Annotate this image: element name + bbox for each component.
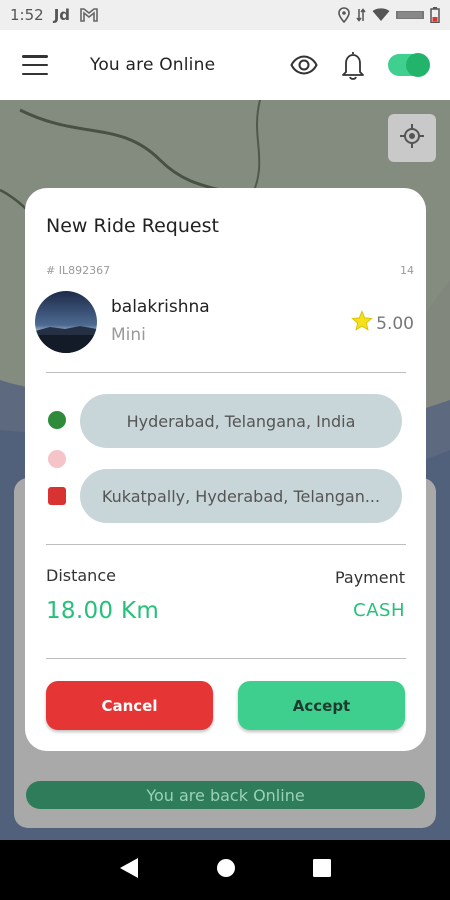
ride-request-dialog: New Ride Request # IL892367 14 balakrish… xyxy=(25,188,426,751)
rider-rating: 5.00 xyxy=(351,310,414,337)
avatar xyxy=(35,291,97,353)
vehicle-type: Mini xyxy=(111,325,146,345)
back-online-banner: You are back Online xyxy=(26,781,425,809)
my-location-icon xyxy=(399,123,425,153)
app-bar: You are Online xyxy=(0,30,450,100)
divider xyxy=(46,372,406,373)
distance-label: Distance xyxy=(46,566,116,585)
request-timer: 14 xyxy=(400,264,414,277)
distance-value: 18.00 Km xyxy=(46,598,160,624)
star-icon xyxy=(351,310,373,337)
pickup-address: Hyderabad, Telangana, India xyxy=(80,394,402,448)
gmail-icon xyxy=(80,8,98,22)
carrier-label: Jd xyxy=(53,6,71,24)
my-location-button[interactable] xyxy=(388,114,436,162)
payment-label: Payment xyxy=(334,568,405,587)
data-icon xyxy=(356,7,366,23)
accept-button[interactable]: Accept xyxy=(238,681,405,730)
battery-icon xyxy=(430,7,440,23)
dropoff-marker xyxy=(48,487,66,505)
menu-icon[interactable] xyxy=(22,55,48,75)
rating-value: 5.00 xyxy=(376,313,414,334)
location-icon xyxy=(338,7,350,23)
divider xyxy=(46,544,406,545)
rider-name: balakrishna xyxy=(111,297,210,317)
back-icon[interactable] xyxy=(118,856,140,884)
signal-icon xyxy=(396,8,424,22)
cancel-button[interactable]: Cancel xyxy=(46,681,213,730)
dropoff-address: Kukatpally, Hyderabad, Telangan... xyxy=(80,469,402,523)
system-nav-bar xyxy=(0,840,450,900)
route-marker xyxy=(48,450,66,468)
eye-icon[interactable] xyxy=(290,55,318,75)
wifi-icon xyxy=(372,8,390,22)
payment-value: CASH xyxy=(353,600,405,621)
pickup-marker xyxy=(48,411,66,429)
online-toggle[interactable] xyxy=(388,53,430,77)
home-icon[interactable] xyxy=(215,857,237,883)
status-bar: 1:52 Jd xyxy=(0,0,450,30)
bell-icon[interactable] xyxy=(340,50,366,80)
ride-id: # IL892367 xyxy=(46,264,111,277)
page-title: You are Online xyxy=(90,55,216,75)
divider xyxy=(46,658,406,659)
status-time: 1:52 xyxy=(10,6,44,24)
recents-icon[interactable] xyxy=(312,858,332,882)
dialog-title: New Ride Request xyxy=(46,215,219,237)
